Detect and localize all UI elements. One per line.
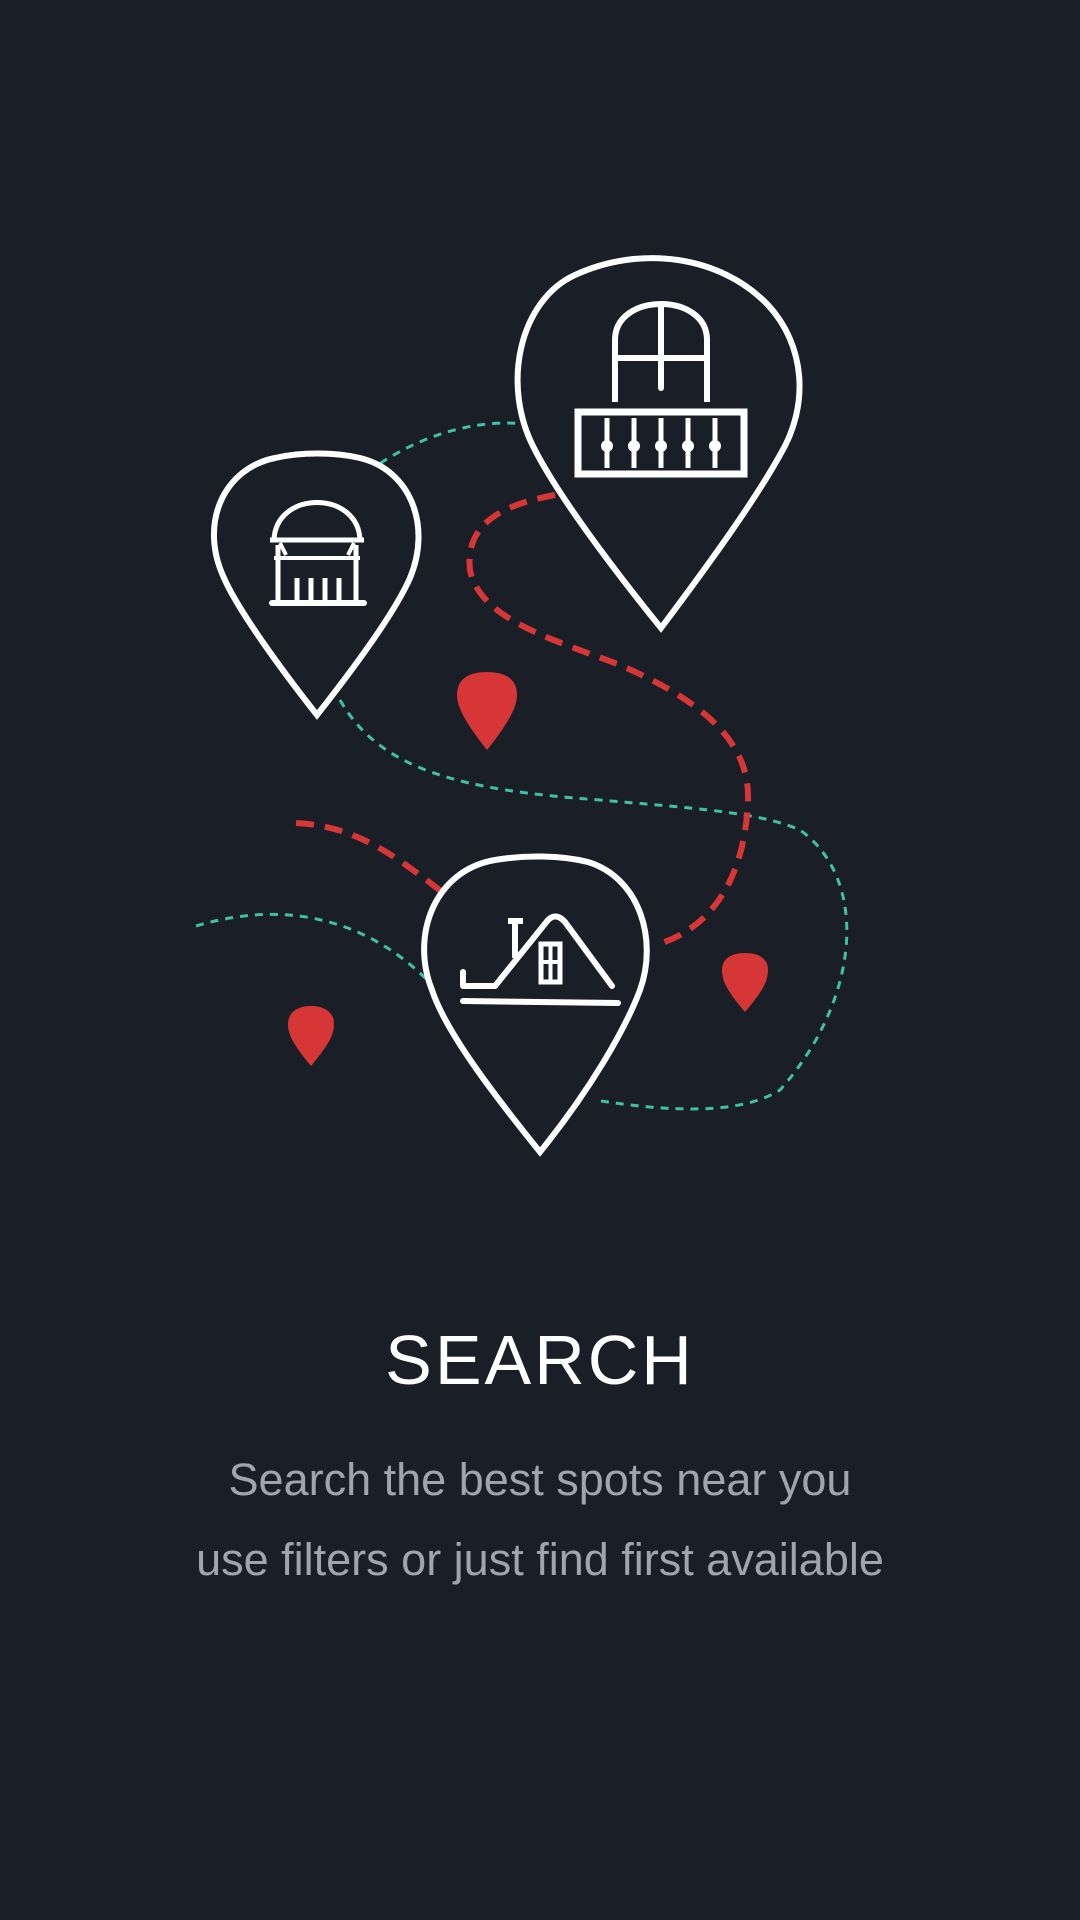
map-route-illustration [195,255,849,1157]
medium-pin-gazebo-icon [210,450,422,720]
description: Search the best spots near you use filte… [0,1440,1080,1600]
description-line-1: Search the best spots near you [228,1454,852,1505]
large-pin-balcony-icon [514,255,803,633]
page-title: SEARCH [385,1321,695,1399]
pin-house-icon [421,853,650,1157]
description-line-2: use filters or just find first available [196,1534,884,1585]
onboarding-screen: SEARCH Search the best spots near you us… [0,0,1080,1920]
